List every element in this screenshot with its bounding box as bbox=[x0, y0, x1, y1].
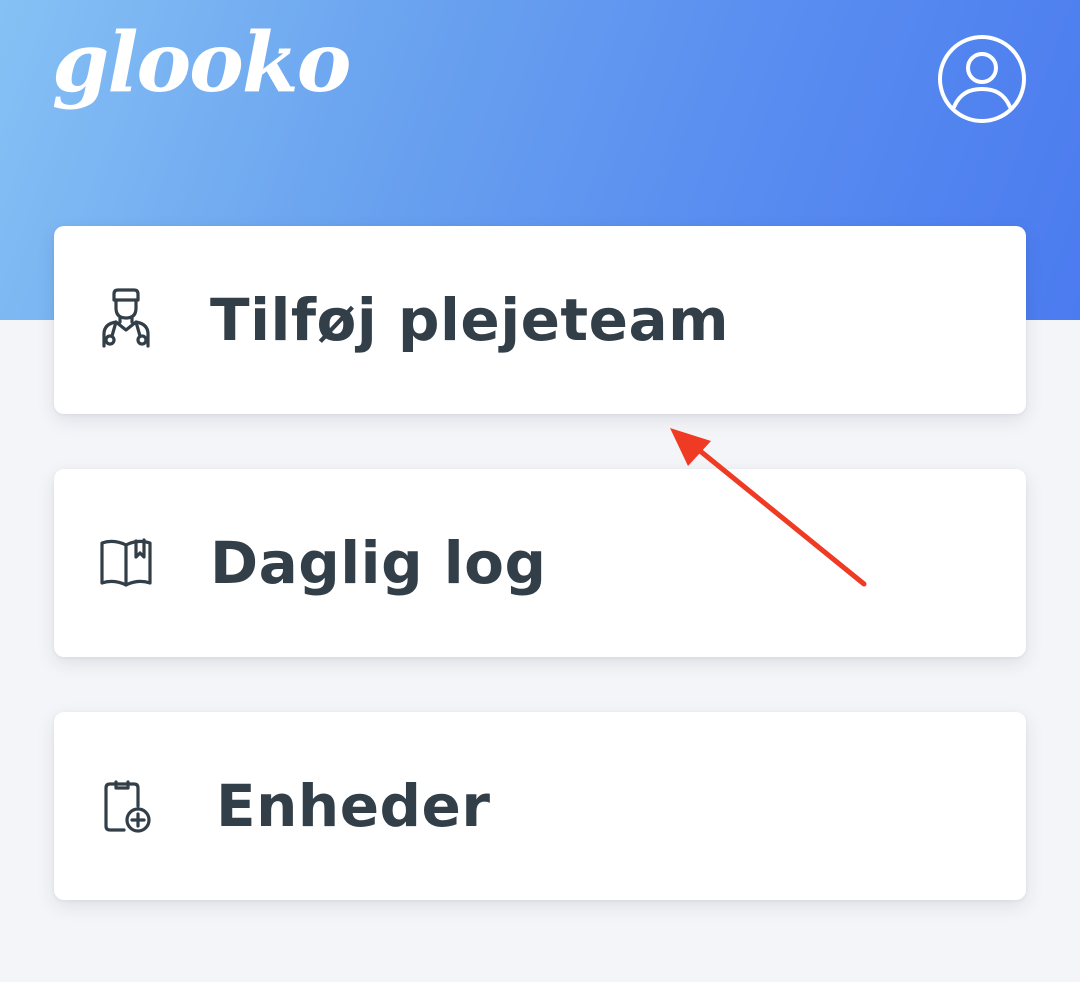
open-book-icon bbox=[98, 535, 154, 595]
app-screen: glooko Tilføj plejeteam Daglig log Enhed… bbox=[0, 0, 1080, 982]
device-add-icon bbox=[98, 778, 154, 838]
menu-item-label: Tilføj plejeteam bbox=[210, 286, 730, 354]
menu-item-daily-log[interactable]: Daglig log bbox=[54, 469, 1026, 657]
user-circle-icon[interactable] bbox=[936, 33, 1028, 125]
menu-item-add-care-team[interactable]: Tilføj plejeteam bbox=[54, 226, 1026, 414]
doctor-icon bbox=[98, 288, 154, 348]
menu-item-label: Daglig log bbox=[210, 529, 547, 597]
glooko-logo: glooko bbox=[52, 15, 351, 111]
menu-item-devices[interactable]: Enheder bbox=[54, 712, 1026, 900]
menu-item-label: Enheder bbox=[216, 772, 491, 840]
